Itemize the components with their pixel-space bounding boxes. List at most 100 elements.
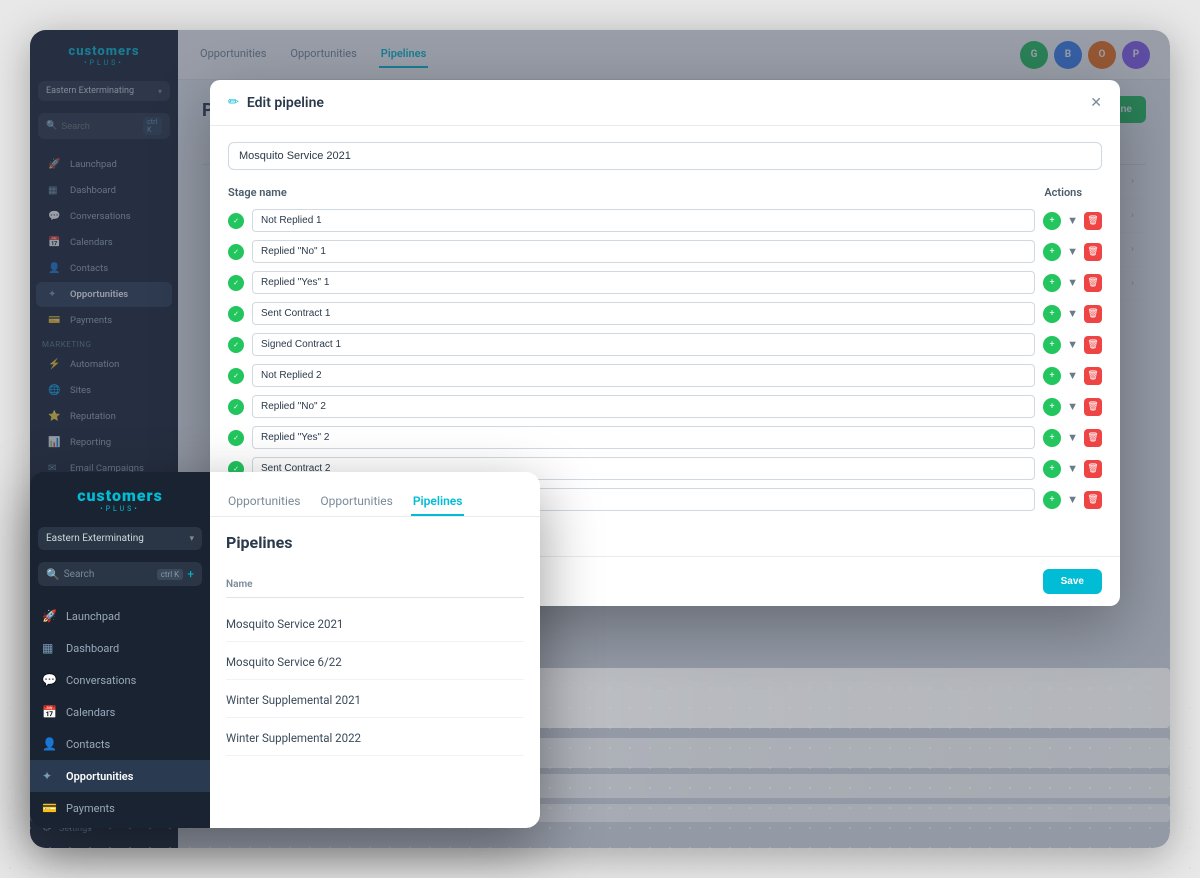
float-nav-launchpad[interactable]: 🚀 Launchpad [30, 600, 210, 632]
float-search-shortcut: ctrl K [157, 569, 183, 580]
stage-filter-icon[interactable]: ▼ [1067, 307, 1078, 320]
float-opportunities-icon: ✦ [42, 769, 58, 783]
float-nav-label: Contacts [66, 738, 110, 751]
float-nav-conversations[interactable]: 💬 Conversations [30, 664, 210, 696]
modal-close-button[interactable]: ✕ [1090, 94, 1102, 111]
float-pipeline-name: Winter Supplemental 2022 [226, 731, 361, 745]
float-logo-secondary: •PLUS• [42, 505, 198, 513]
stage-delete-button[interactable]: 🗑 [1084, 336, 1102, 354]
float-pipeline-name: Mosquito Service 2021 [226, 617, 343, 631]
stage-input-4[interactable] [252, 302, 1035, 325]
stage-delete-button[interactable]: 🗑 [1084, 367, 1102, 385]
stage-add-button[interactable]: + [1043, 305, 1061, 323]
stage-actions-1: + ▼ 🗑 [1043, 212, 1102, 230]
stage-delete-button[interactable]: 🗑 [1084, 398, 1102, 416]
stage-input-3[interactable] [252, 271, 1035, 294]
stage-filter-icon[interactable]: ▼ [1067, 493, 1078, 506]
stage-check-icon: ✓ [228, 337, 244, 353]
float-nav-label: Launchpad [66, 610, 120, 623]
float-main: Opportunities Opportunities Pipelines Pi… [210, 472, 540, 828]
float-search-bar[interactable]: 🔍 Search ctrl K + [38, 562, 202, 586]
modal-title: Edit pipeline [247, 95, 324, 111]
stage-input-5[interactable] [252, 333, 1035, 356]
stage-actions-4: + ▼ 🗑 [1043, 305, 1102, 323]
float-logo-primary: customers [42, 486, 198, 505]
pipeline-name-input[interactable] [228, 142, 1102, 170]
stage-filter-icon[interactable]: ▼ [1067, 462, 1078, 475]
stage-actions-5: + ▼ 🗑 [1043, 336, 1102, 354]
stage-add-button[interactable]: + [1043, 491, 1061, 509]
stage-delete-button[interactable]: 🗑 [1084, 491, 1102, 509]
stage-filter-icon[interactable]: ▼ [1067, 245, 1078, 258]
stage-check-icon: ✓ [228, 399, 244, 415]
stage-input-7[interactable] [252, 395, 1035, 418]
float-pipeline-row-4[interactable]: Winter Supplemental 2022 [226, 718, 524, 756]
float-dashboard-icon: ▦ [42, 641, 58, 655]
stage-row-7: ✓ + ▼ 🗑 [228, 395, 1102, 418]
float-pipeline-name: Mosquito Service 6/22 [226, 655, 342, 669]
float-launchpad-icon: 🚀 [42, 609, 58, 623]
stage-input-1[interactable] [252, 209, 1035, 232]
float-tab-pipelines[interactable]: Pipelines [411, 488, 465, 516]
float-nav-payments[interactable]: 💳 Payments [30, 792, 210, 824]
stage-add-button[interactable]: + [1043, 212, 1061, 230]
stage-add-button[interactable]: + [1043, 460, 1061, 478]
stage-delete-button[interactable]: 🗑 [1084, 274, 1102, 292]
stage-input-2[interactable] [252, 240, 1035, 263]
stage-row-3: ✓ + ▼ 🗑 [228, 271, 1102, 294]
stage-filter-icon[interactable]: ▼ [1067, 276, 1078, 289]
float-pipeline-name: Winter Supplemental 2021 [226, 693, 361, 707]
float-nav-calendars[interactable]: 📅 Calendars [30, 696, 210, 728]
float-pipeline-row-1[interactable]: Mosquito Service 2021 [226, 604, 524, 642]
stage-filter-icon[interactable]: ▼ [1067, 369, 1078, 382]
stage-delete-button[interactable]: 🗑 [1084, 212, 1102, 230]
stage-add-button[interactable]: + [1043, 243, 1061, 261]
float-location-arrow-icon: ▾ [189, 534, 194, 544]
edit-icon: ✏ [228, 95, 239, 110]
float-nav-label: Opportunities [66, 770, 133, 783]
stage-actions-7: + ▼ 🗑 [1043, 398, 1102, 416]
float-tab-opportunities[interactable]: Opportunities [226, 488, 302, 516]
float-table-header: Name [226, 566, 524, 598]
stage-check-icon: ✓ [228, 430, 244, 446]
stage-actions-9: + ▼ 🗑 [1043, 460, 1102, 478]
float-payments-icon: 💳 [42, 801, 58, 815]
float-table-header-name: Name [226, 579, 253, 590]
modal-save-button[interactable]: Save [1043, 569, 1102, 594]
stage-add-button[interactable]: + [1043, 274, 1061, 292]
float-nav-contacts[interactable]: 👤 Contacts [30, 728, 210, 760]
floating-panel: customers •PLUS• Eastern Exterminating ▾… [30, 472, 540, 828]
float-tab-opportunities2[interactable]: Opportunities [318, 488, 394, 516]
stage-actions-10: + ▼ 🗑 [1043, 491, 1102, 509]
stage-input-8[interactable] [252, 426, 1035, 449]
stage-add-button[interactable]: + [1043, 398, 1061, 416]
stage-add-button[interactable]: + [1043, 336, 1061, 354]
float-nav-opportunities[interactable]: ✦ Opportunities [30, 760, 210, 792]
float-logo: customers •PLUS• [30, 472, 210, 523]
float-add-icon[interactable]: + [187, 567, 194, 581]
stage-row-6: ✓ + ▼ 🗑 [228, 364, 1102, 387]
float-location-selector[interactable]: Eastern Exterminating ▾ [38, 527, 202, 550]
float-nav-dashboard[interactable]: ▦ Dashboard [30, 632, 210, 664]
stage-actions-2: + ▼ 🗑 [1043, 243, 1102, 261]
stages-header: Stage name Actions [228, 186, 1102, 199]
stage-actions-6: + ▼ 🗑 [1043, 367, 1102, 385]
stage-filter-icon[interactable]: ▼ [1067, 338, 1078, 351]
float-location-text: Eastern Exterminating [46, 533, 189, 544]
stage-add-button[interactable]: + [1043, 367, 1061, 385]
stage-delete-button[interactable]: 🗑 [1084, 429, 1102, 447]
stage-delete-button[interactable]: 🗑 [1084, 460, 1102, 478]
stage-input-6[interactable] [252, 364, 1035, 387]
stage-filter-icon[interactable]: ▼ [1067, 431, 1078, 444]
stage-delete-button[interactable]: 🗑 [1084, 243, 1102, 261]
stage-check-icon: ✓ [228, 244, 244, 260]
float-pipeline-row-2[interactable]: Mosquito Service 6/22 [226, 642, 524, 680]
stage-row-5: ✓ + ▼ 🗑 [228, 333, 1102, 356]
stage-delete-button[interactable]: 🗑 [1084, 305, 1102, 323]
stage-filter-icon[interactable]: ▼ [1067, 400, 1078, 413]
stage-check-icon: ✓ [228, 368, 244, 384]
stage-filter-icon[interactable]: ▼ [1067, 214, 1078, 227]
stage-add-button[interactable]: + [1043, 429, 1061, 447]
float-conversations-icon: 💬 [42, 673, 58, 687]
float-pipeline-row-3[interactable]: Winter Supplemental 2021 [226, 680, 524, 718]
